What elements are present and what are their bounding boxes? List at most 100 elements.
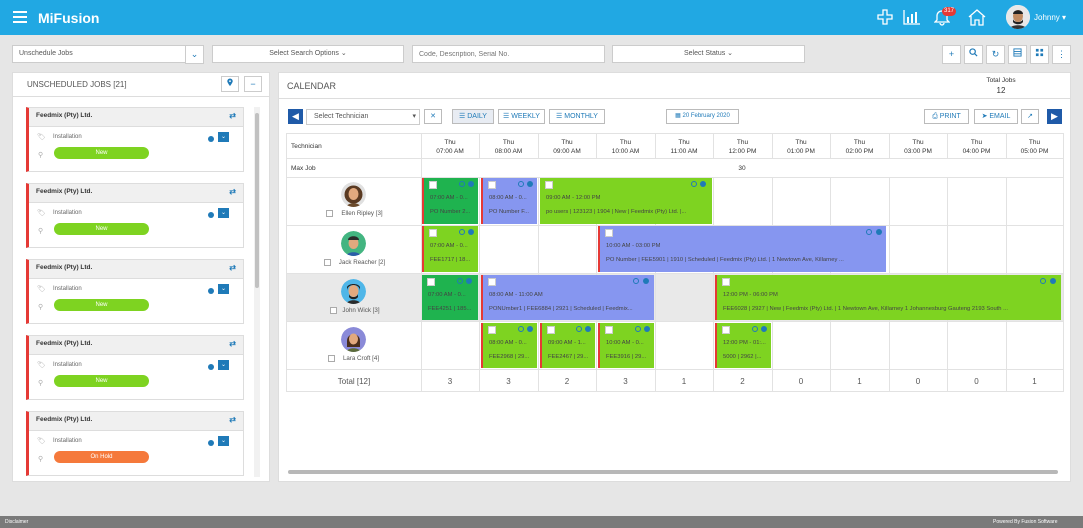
bar-chart-icon[interactable] xyxy=(903,9,921,27)
job-card[interactable]: Feedmix (Pty) Ltd. ⇄ 🏷 Installation ⚲ ⌄ Ne… xyxy=(26,107,244,172)
grid-view-button[interactable] xyxy=(1030,45,1049,64)
print-button[interactable]: ⎙ PRINT xyxy=(924,109,969,124)
job-checkbox[interactable] xyxy=(488,181,496,189)
job-checkbox[interactable] xyxy=(429,181,437,189)
refresh-button[interactable]: ↻ xyxy=(986,45,1005,64)
card-dropdown-button[interactable]: ⌄ xyxy=(218,208,229,218)
job-block[interactable]: 08:00 AM - 0... PO Number F... xyxy=(481,178,537,224)
technician-select[interactable]: Select Technician ▾ xyxy=(306,109,420,125)
email-button[interactable]: ➤ EMAIL xyxy=(974,109,1018,124)
horizontal-scrollbar[interactable] xyxy=(288,470,1058,474)
job-block[interactable]: 12:00 PM - 06:00 PM FEE6028 | 2927 | New … xyxy=(715,275,1061,320)
clock-icon xyxy=(635,326,641,332)
weekly-button[interactable]: ☰ WEEKLY xyxy=(498,109,545,124)
job-checkbox[interactable] xyxy=(429,229,437,237)
user-name[interactable]: Johnny ▾ xyxy=(1034,13,1066,22)
info-icon[interactable] xyxy=(1050,278,1056,284)
external-link-icon: ↗ xyxy=(1027,113,1033,120)
info-icon[interactable] xyxy=(208,212,214,218)
more-options-button[interactable]: ⋮ xyxy=(1052,45,1071,64)
add-button[interactable]: + xyxy=(942,45,961,64)
job-block[interactable]: 09:00 AM - 1... FEE2467 | 29... xyxy=(540,323,595,368)
job-checkbox[interactable] xyxy=(545,181,553,189)
day-label: Thu xyxy=(736,139,749,146)
job-checkbox[interactable] xyxy=(605,326,613,334)
job-card[interactable]: Feedmix (Pty) Ltd. ⇄ 🏷 Installation ⚲ ⌄ Ne… xyxy=(26,259,244,324)
search-button[interactable] xyxy=(964,45,983,64)
job-checkbox[interactable] xyxy=(547,326,555,334)
day-label: Thu xyxy=(561,139,573,146)
info-icon[interactable] xyxy=(208,136,214,142)
left-scrollbar-thumb[interactable] xyxy=(255,113,259,288)
plus-icon[interactable] xyxy=(876,9,894,27)
job-checkbox[interactable] xyxy=(488,278,496,286)
time-column-header: Thu 09:00 AM xyxy=(538,138,596,156)
daily-button[interactable]: ☰ DAILY xyxy=(452,109,494,124)
swap-icon[interactable]: ⇄ xyxy=(229,187,236,196)
info-icon[interactable] xyxy=(468,181,474,187)
info-icon[interactable] xyxy=(208,364,214,370)
swap-icon[interactable]: ⇄ xyxy=(229,415,236,424)
day-label: Thu xyxy=(619,139,632,146)
job-block[interactable]: 07:00 AM - 0... FEE4251 | 185... xyxy=(422,275,478,320)
hamburger-icon[interactable] xyxy=(13,11,27,23)
collapse-button[interactable]: − xyxy=(244,76,262,92)
job-block[interactable]: 07:00 AM - 0... FEE1717 | 18... xyxy=(422,226,478,272)
status-dropdown[interactable]: Select Status ⌄ xyxy=(612,45,805,63)
monthly-button[interactable]: ☰ MONTHLY xyxy=(549,109,605,124)
map-button[interactable] xyxy=(221,76,239,92)
next-arrow-button[interactable]: ▶ xyxy=(1047,109,1062,124)
info-icon[interactable] xyxy=(643,278,649,284)
info-icon[interactable] xyxy=(585,326,591,332)
job-block[interactable]: 12:00 PM - 01:... 5000 | 2962 |... xyxy=(715,323,771,368)
card-dropdown-button[interactable]: ⌄ xyxy=(218,132,229,142)
info-icon[interactable] xyxy=(644,326,650,332)
swap-icon[interactable]: ⇄ xyxy=(229,263,236,272)
job-checkbox[interactable] xyxy=(605,229,613,237)
card-dropdown-button[interactable]: ⌄ xyxy=(218,360,229,370)
time-label: 07:00 AM xyxy=(436,148,464,155)
external-link-button[interactable]: ↗ xyxy=(1021,109,1039,124)
prev-arrow-button[interactable]: ◀ xyxy=(288,109,303,124)
info-icon[interactable] xyxy=(761,326,767,332)
job-block[interactable]: 08:00 AM - 11:00 AM PONUmber1 | FEE6884 |… xyxy=(481,275,654,320)
table-icon xyxy=(1013,48,1022,57)
disclaimer-link[interactable]: Disclaimer xyxy=(5,516,28,528)
job-block[interactable]: 10:00 AM - 03:00 PM PO Number | FEE5901 |… xyxy=(598,226,886,272)
job-block[interactable]: 07:00 AM - 0... PO Number 2... xyxy=(422,178,478,224)
job-card[interactable]: Feedmix (Pty) Ltd. ⇄ 🏷 Installation ⚲ ⌄ On… xyxy=(26,411,244,476)
info-icon[interactable] xyxy=(208,440,214,446)
info-icon[interactable] xyxy=(876,229,882,235)
date-picker-button[interactable]: ▦ 20 February 2020 xyxy=(666,109,739,124)
job-card[interactable]: Feedmix (Pty) Ltd. ⇄ 🏷 Installation ⚲ ⌄ Ne… xyxy=(26,335,244,400)
technician-checkbox[interactable] xyxy=(324,259,331,266)
job-card[interactable]: Feedmix (Pty) Ltd. ⇄ 🏷 Installation ⚲ ⌄ Ne… xyxy=(26,183,244,248)
swap-icon[interactable]: ⇄ xyxy=(229,111,236,120)
job-checkbox[interactable] xyxy=(722,278,730,286)
dropdown-toggle-button[interactable]: ⌄ xyxy=(185,45,204,64)
card-dropdown-button[interactable]: ⌄ xyxy=(218,284,229,294)
info-icon[interactable] xyxy=(466,278,472,284)
info-icon[interactable] xyxy=(700,181,706,187)
table-view-button[interactable] xyxy=(1008,45,1027,64)
job-block[interactable]: 09:00 AM - 12:00 PM po users | 123123 | 1… xyxy=(540,178,712,224)
job-checkbox[interactable] xyxy=(722,326,730,334)
search-input[interactable] xyxy=(412,45,605,63)
info-icon[interactable] xyxy=(527,326,533,332)
job-checkbox[interactable] xyxy=(427,278,435,286)
job-type-dropdown[interactable]: Unschedule Jobs xyxy=(12,45,186,63)
home-icon[interactable] xyxy=(968,9,986,27)
search-options-dropdown[interactable]: Select Search Options ⌄ xyxy=(212,45,404,63)
info-icon[interactable] xyxy=(468,229,474,235)
job-block[interactable]: 08:00 AM - 0... FEE2968 | 29... xyxy=(481,323,537,368)
user-avatar[interactable] xyxy=(1006,5,1030,29)
job-checkbox[interactable] xyxy=(488,326,496,334)
clear-button[interactable]: ✕ xyxy=(424,109,442,124)
clock-icon xyxy=(866,229,872,235)
info-icon[interactable] xyxy=(208,288,214,294)
technician-checkbox[interactable] xyxy=(328,355,335,362)
card-dropdown-button[interactable]: ⌄ xyxy=(218,436,229,446)
job-block[interactable]: 10:00 AM - 0... FEE3916 | 29... xyxy=(598,323,654,368)
swap-icon[interactable]: ⇄ xyxy=(229,339,236,348)
info-icon[interactable] xyxy=(527,181,533,187)
